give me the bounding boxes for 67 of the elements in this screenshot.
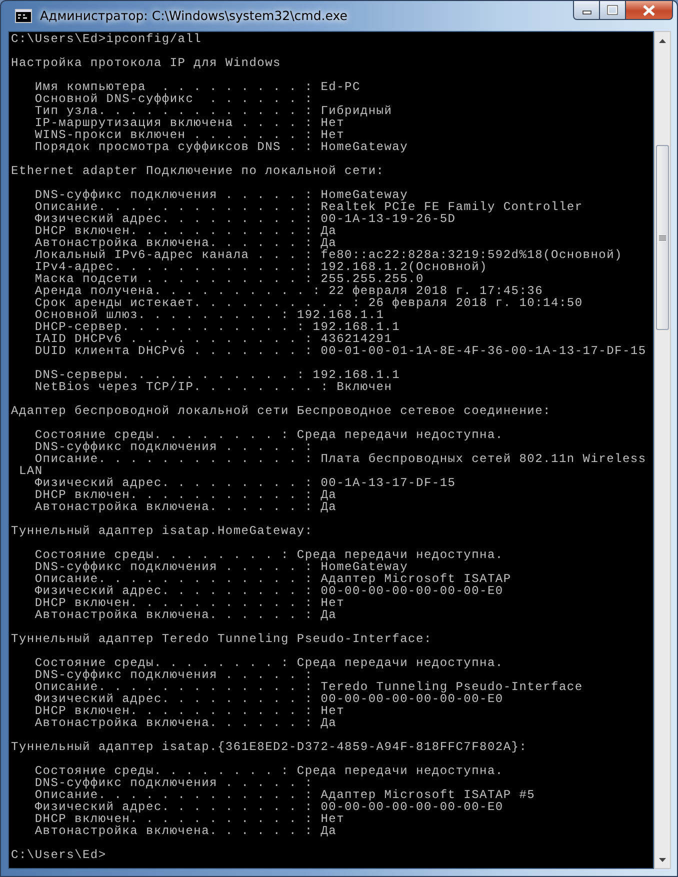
console-line: Настройка протокола IP для Windows bbox=[11, 57, 282, 69]
console-line: Туннельный адаптер Teredo Tunneling Pseudo-Interface: bbox=[11, 633, 433, 645]
console-line: DHCP включен. . . . . . . . . . . : Да bbox=[34, 489, 338, 501]
console-line: DNS-суффикс подключения . . . . . : bbox=[34, 441, 313, 453]
console-line: IP-маршрутизация включена . . . . : Нет bbox=[34, 117, 345, 129]
console-line: Описание. . . . . . . . . . . . . : Адаптер Microsoft ISATAP bbox=[34, 573, 512, 585]
minimize-button[interactable] bbox=[573, 1, 600, 20]
console-line: Автонастройка включена. . . . . . : Да bbox=[34, 609, 338, 621]
console-line: DNS-суффикс подключения . . . . . : HomeGateway bbox=[34, 561, 408, 573]
console-line: Автонастройка включена. . . . . . : Да bbox=[34, 717, 338, 729]
console-line: Автонастройка включена. . . . . . : Да bbox=[34, 237, 337, 249]
console-line: DHCP включен. . . . . . . . . . . : Нет bbox=[34, 597, 346, 609]
console-line: Имя компьютера . . . . . . . . . : Ed-PC bbox=[34, 81, 362, 93]
scrollbar[interactable] bbox=[654, 31, 671, 869]
console-line: Автонастройка включена. . . . . . : Да bbox=[34, 825, 338, 837]
console-line: DNS-серверы. . . . . . . . . . . : 192.168.1.1 bbox=[34, 369, 402, 381]
close-button[interactable] bbox=[626, 1, 673, 20]
console-line: Состояние среды. . . . . . . . : Среда передачи недоступна. bbox=[34, 429, 504, 441]
console-line: Состояние среды. . . . . . . . : Среда передачи недоступна. bbox=[34, 657, 504, 669]
console-line: C:\Users\Ed>ipconfig/all bbox=[11, 33, 203, 45]
console-line: Физический адрес. . . . . . . . . : 00-1A-13-17-DF-15 bbox=[34, 477, 457, 489]
console-line: NetBios через TCP/IP. . . . . . . . : Включен bbox=[34, 381, 394, 393]
console-line: IPv4-адрес. . . . . . . . . . . . : 192.168.1.2(Основной) bbox=[34, 261, 488, 273]
console-line: Физический адрес. . . . . . . . . : 00-00-00-00-00-00-00-E0 bbox=[34, 801, 504, 813]
console-line: Маска подсети . . . . . . . . . . : 255.255.255.0 bbox=[34, 273, 424, 285]
console-line: Порядок просмотра суффиксов DNS . : HomeGateway bbox=[34, 141, 410, 153]
console-line: Описание. . . . . . . . . . . . . : Realtek PCIe FE Family Controller bbox=[34, 201, 584, 213]
scroll-up-icon[interactable] bbox=[659, 38, 666, 42]
console-line: Физический адрес. . . . . . . . . : 00-1A-13-19-26-5D bbox=[34, 213, 456, 225]
console-line: LAN bbox=[18, 465, 43, 477]
console-line: Состояние среды. . . . . . . . : Среда передачи недоступна. bbox=[34, 765, 504, 777]
console-line: Состояние среды. . . . . . . . : Среда передачи недоступна. bbox=[34, 549, 504, 561]
console-icon bbox=[15, 9, 32, 23]
console-line: Основной DNS-суффикс . . . . . . : bbox=[34, 93, 314, 105]
console-line: DHCP включен. . . . . . . . . . . : Нет bbox=[34, 813, 346, 825]
console-line: Срок аренды истекает. . . . . . . . . . : 26 февраля 2018 г. 10:14:50 bbox=[34, 297, 584, 309]
scroll-thumb[interactable] bbox=[656, 145, 669, 330]
console-line: Основной шлюз. . . . . . . . . : 192.168.1.1 bbox=[34, 309, 386, 321]
console-line: Автонастройка включена. . . . . . : Да bbox=[34, 501, 338, 513]
grip-icon bbox=[659, 234, 666, 240]
console-line: WINS-прокси включен . . . . . . . : Нет bbox=[34, 129, 346, 141]
console-line: Туннельный адаптер isatap.{361E8ED2-D372-4859-A94F-818FFC7F802A}: bbox=[11, 741, 528, 753]
maximize-button[interactable] bbox=[600, 1, 626, 20]
close-icon bbox=[642, 4, 656, 16]
console-line: Адаптер беспроводной локальной сети Беспроводное сетевое соединение: bbox=[11, 405, 552, 417]
console-line: C:\Users\Ed> bbox=[11, 849, 108, 861]
console-line: Описание. . . . . . . . . . . . . : Адаптер Microsoft ISATAP #5 bbox=[34, 789, 536, 801]
console-line: Ethernet adapter Подключение по локальной сети: bbox=[11, 165, 386, 177]
console-line: Тип узла. . . . . . . . . . . . . : Гибридный bbox=[34, 105, 394, 117]
console-line: DNS-суффикс подключения . . . . . : bbox=[34, 669, 313, 681]
console-line: DHCP-сервер. . . . . . . . . . . : 192.168.1.1 bbox=[34, 321, 402, 333]
console-line: Физический адрес. . . . . . . . . : 00-00-00-00-00-00-00-E0 bbox=[34, 693, 504, 705]
console-line: DHCP включен. . . . . . . . . . . : Нет bbox=[34, 705, 346, 717]
console-line: Описание. . . . . . . . . . . . . : Teredo Tunneling Pseudo-Interface bbox=[34, 681, 584, 693]
console-line: Описание. . . . . . . . . . . . . : Плата беспроводных сетей 802.11n Wireless bbox=[34, 453, 648, 465]
console-line: IAID DHCPv6 . . . . . . . . . . . : 436214291 bbox=[34, 333, 394, 345]
console-line: DHCP включен. . . . . . . . . . . : Да bbox=[34, 225, 338, 237]
scroll-down-icon[interactable] bbox=[659, 858, 666, 862]
console-line: DNS-суффикс подключения . . . . . : bbox=[34, 777, 313, 789]
console-line: DNS-суффикс подключения . . . . . : HomeGateway bbox=[34, 189, 410, 201]
console-line: Туннельный адаптер isatap.HomeGateway: bbox=[11, 525, 314, 537]
console-line: Локальный IPv6-адрес канала . . . : fe80::ac22:828a:3219:592d%18(Основной) bbox=[34, 249, 624, 261]
console-line: DUID клиента DHCPv6 . . . . . . . : 00-01-00-01-1A-8E-4F-36-00-1A-13-17-DF-15 bbox=[34, 345, 648, 357]
console-line: Физический адрес. . . . . . . . . : 00-00-00-00-00-00-00-E0 bbox=[34, 585, 504, 597]
window-title: Администратор: C:\Windows\system32\cmd.exe bbox=[40, 7, 348, 25]
maximize-icon bbox=[607, 5, 618, 15]
console-line: Аренда получена. . . . . . . . . . : 22 февраля 2018 г. 17:45:36 bbox=[34, 285, 544, 297]
